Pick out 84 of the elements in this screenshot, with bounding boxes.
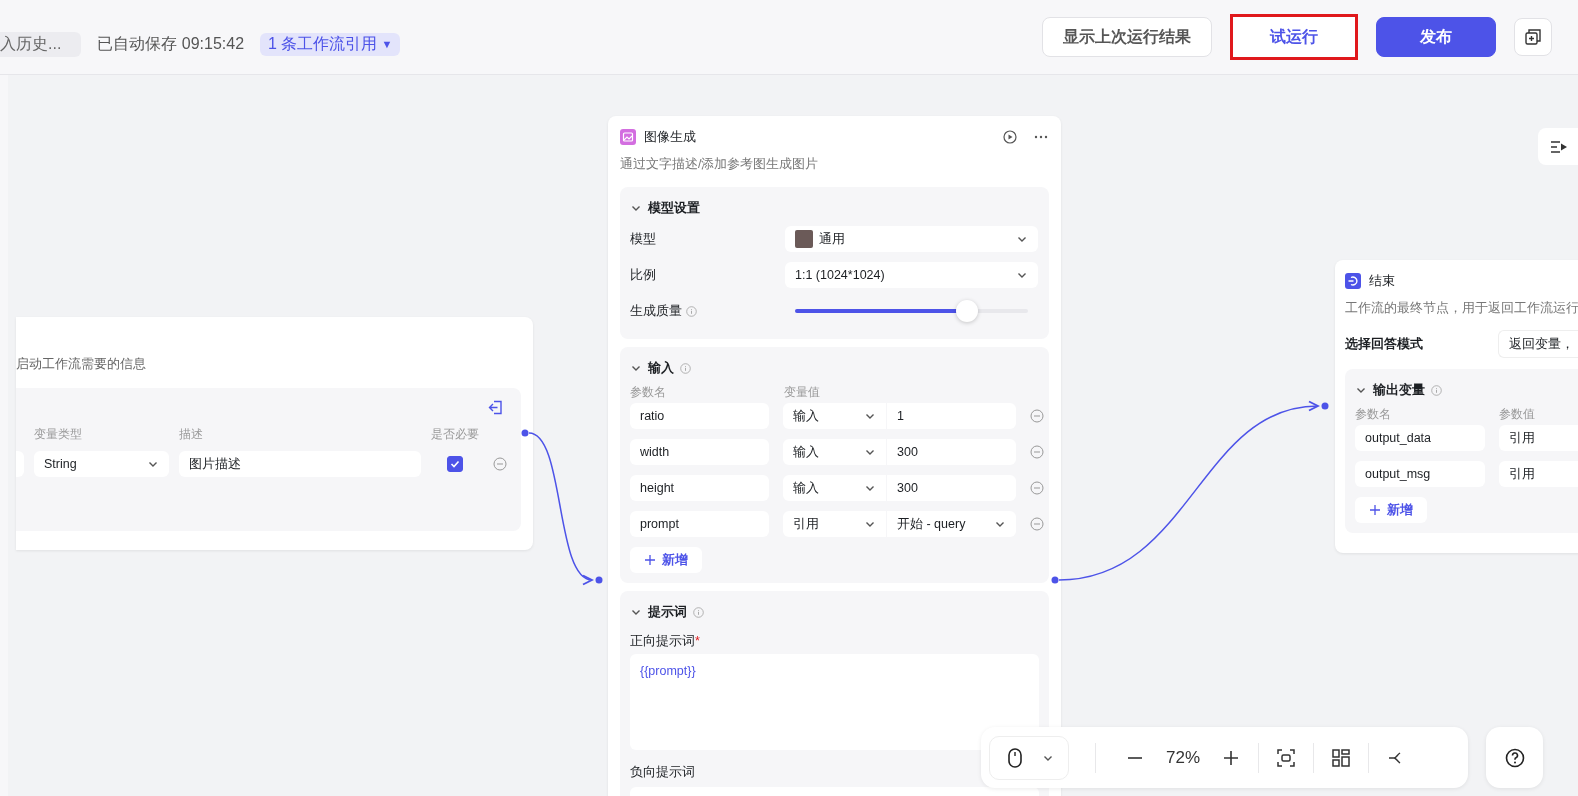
param-name-field[interactable]: output_msg bbox=[1355, 461, 1485, 487]
slider-thumb[interactable] bbox=[956, 300, 979, 322]
copy-icon bbox=[1524, 28, 1542, 46]
node-description: 通过文字描述/添加参考图生成图片 bbox=[620, 156, 820, 173]
quality-slider[interactable] bbox=[795, 300, 1028, 322]
source-select[interactable]: 输入 bbox=[783, 403, 886, 429]
type-select[interactable]: String bbox=[34, 451, 169, 477]
port-dot[interactable] bbox=[1321, 402, 1329, 410]
model-thumbnail bbox=[795, 230, 813, 248]
zoom-level: 72% bbox=[1166, 747, 1201, 768]
info-icon bbox=[686, 305, 697, 317]
fit-view-icon[interactable] bbox=[1277, 748, 1296, 767]
description-field[interactable]: 图片描述 bbox=[179, 451, 421, 477]
source-select[interactable]: 输入 bbox=[783, 439, 886, 465]
column-header: 是否必要 bbox=[431, 426, 480, 443]
model-select[interactable]: 通用 bbox=[785, 226, 1038, 252]
check-icon bbox=[450, 459, 460, 469]
field-label: 模型 bbox=[630, 230, 657, 248]
port-dot[interactable] bbox=[1051, 576, 1059, 584]
info-icon bbox=[1431, 384, 1442, 396]
node-description: 工作流的最终节点，用于返回工作流运行 bbox=[1345, 300, 1578, 317]
source-select[interactable]: 引用 bbox=[1499, 425, 1578, 451]
section-title: 输出变量 bbox=[1373, 381, 1425, 399]
publish-button[interactable]: 发布 bbox=[1376, 17, 1496, 57]
history-button[interactable]: 入历史... bbox=[0, 31, 82, 57]
edge-connector[interactable] bbox=[528, 432, 593, 583]
workflow-reference-dropdown[interactable]: 1 条工作流引用 ▼ bbox=[260, 32, 401, 56]
node-title: 结束 bbox=[1369, 272, 1395, 290]
source-select[interactable]: 引用 bbox=[783, 511, 886, 537]
ratio-select[interactable]: 1:1 (1024*1024) bbox=[785, 262, 1038, 288]
column-header: 变量值 bbox=[784, 383, 821, 401]
field-label: 负向提示词 bbox=[630, 764, 696, 781]
field-label: 生成质量 bbox=[630, 302, 682, 320]
field-label: 正向提示词* bbox=[630, 633, 701, 650]
field-label: 比例 bbox=[630, 266, 657, 284]
list-play-icon bbox=[1550, 139, 1568, 154]
run-panel-button[interactable] bbox=[1538, 128, 1578, 165]
param-name-field[interactable]: width bbox=[630, 439, 769, 465]
image-icon bbox=[620, 129, 636, 145]
column-header: 参数名 bbox=[1355, 405, 1392, 423]
test-run-button[interactable]: 试运行 bbox=[1230, 14, 1358, 60]
info-icon bbox=[680, 362, 691, 374]
exit-icon bbox=[1345, 273, 1361, 289]
autosave-status: 已自动保存 09:15:42 bbox=[97, 33, 245, 54]
reference-select[interactable]: 开始 - query bbox=[887, 511, 1016, 537]
copy-button[interactable] bbox=[1514, 18, 1552, 56]
column-header: 参数名 bbox=[630, 383, 667, 401]
node-description: 启动工作流需要的信息 bbox=[16, 356, 147, 373]
source-select[interactable]: 引用 bbox=[1499, 461, 1578, 487]
param-name-field[interactable]: ratio bbox=[630, 403, 769, 429]
import-icon[interactable] bbox=[488, 400, 503, 415]
param-name-field[interactable]: prompt bbox=[630, 511, 769, 537]
layout-icon[interactable] bbox=[1332, 748, 1351, 767]
interaction-mode-select[interactable] bbox=[989, 735, 1069, 780]
field-label: 选择回答模式 bbox=[1345, 335, 1423, 353]
add-button[interactable]: 新增 bbox=[630, 547, 702, 573]
play-icon[interactable] bbox=[1003, 130, 1017, 144]
node-title: 图像生成 bbox=[644, 128, 697, 146]
plus-icon bbox=[1369, 504, 1381, 516]
value-field[interactable]: 300 bbox=[887, 475, 1016, 501]
zoom-in-icon[interactable] bbox=[1222, 748, 1241, 767]
port-dot[interactable] bbox=[521, 429, 529, 437]
column-header: 变量类型 bbox=[34, 426, 83, 443]
plus-icon bbox=[644, 554, 656, 566]
positive-prompt-field[interactable]: {{prompt}} bbox=[630, 654, 1039, 750]
param-name-field[interactable]: height bbox=[630, 475, 769, 501]
param-name-field[interactable]: output_data bbox=[1355, 425, 1485, 451]
info-icon bbox=[693, 606, 704, 618]
section-title: 输入 bbox=[648, 359, 674, 377]
value-field[interactable]: 1 bbox=[887, 403, 1016, 429]
value-field[interactable]: 300 bbox=[887, 439, 1016, 465]
column-header: 参数值 bbox=[1499, 405, 1536, 423]
add-button[interactable]: 新增 bbox=[1355, 497, 1427, 523]
help-button[interactable] bbox=[1486, 727, 1543, 788]
last-run-button[interactable]: 显示上次运行结果 bbox=[1042, 17, 1212, 57]
required-checkbox[interactable] bbox=[447, 456, 463, 472]
answer-mode-select[interactable]: 返回变量， bbox=[1498, 330, 1578, 358]
mouse-icon bbox=[1008, 747, 1022, 768]
help-icon bbox=[1504, 747, 1525, 768]
section-title: 模型设置 bbox=[648, 199, 700, 217]
source-select[interactable]: 输入 bbox=[783, 475, 886, 501]
column-header: 描述 bbox=[179, 426, 204, 443]
port-dot[interactable] bbox=[595, 576, 603, 584]
section-title: 提示词 bbox=[648, 603, 687, 621]
